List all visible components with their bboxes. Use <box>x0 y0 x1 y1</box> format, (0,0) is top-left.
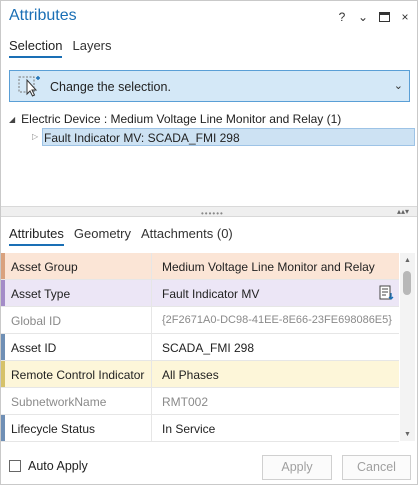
title-bar: Attributes ? ⌄ × <box>1 1 417 33</box>
attribute-name: SubnetworkName <box>11 395 107 409</box>
auto-hide-icon[interactable] <box>378 10 390 24</box>
tree-node-electric-device[interactable]: ◢ Electric Device : Medium Voltage Line … <box>9 112 341 126</box>
tab-layers[interactable]: Layers <box>72 38 111 58</box>
auto-apply-label[interactable]: Auto Apply <box>28 459 88 473</box>
attribute-name: Asset ID <box>11 341 57 355</box>
attribute-value[interactable]: SCADA_FMI 298 <box>162 341 254 355</box>
attribute-value: {2F2671A0-DC98-41EE-8E66-23FE698086E5} <box>162 314 392 326</box>
prompt-text: Change the selection. <box>50 80 171 94</box>
attribute-value[interactable]: All Phases <box>162 368 219 382</box>
list-edit-icon[interactable] <box>379 285 395 301</box>
attribute-name: Global ID <box>11 314 62 328</box>
attribute-value[interactable]: Medium Voltage Line Monitor and Relay <box>162 260 375 274</box>
attribute-name: Lifecycle Status <box>11 422 96 436</box>
attributes-pane: Attributes ? ⌄ × Selection Layers Change… <box>0 0 418 485</box>
attribute-row[interactable]: SubnetworkName RMT002 <box>1 388 399 415</box>
close-icon[interactable]: × <box>399 10 411 24</box>
title-bar-controls: ? ⌄ × <box>336 10 411 24</box>
attribute-row[interactable]: Global ID {2F2671A0-DC98-41EE-8E66-23FE6… <box>1 307 399 334</box>
scroll-down-icon[interactable]: ▼ <box>404 431 411 438</box>
help-icon[interactable]: ? <box>336 10 348 24</box>
pane-splitter[interactable]: •••••• ▴▴▾ <box>1 206 417 218</box>
row-marker <box>1 307 5 333</box>
chevron-down-icon[interactable]: ⌄ <box>394 79 403 92</box>
row-marker <box>1 415 5 441</box>
tree-node-fault-indicator[interactable]: Fault Indicator MV: SCADA_FMI 298 <box>42 128 415 146</box>
column-divider <box>151 253 152 280</box>
tab-geometry[interactable]: Geometry <box>74 226 131 246</box>
tree-node-label: Fault Indicator MV: SCADA_FMI 298 <box>44 131 240 145</box>
row-marker <box>1 388 5 414</box>
tab-selection[interactable]: Selection <box>9 38 63 58</box>
attribute-value[interactable]: In Service <box>162 422 215 436</box>
lower-tabs: Attributes Geometry Attachments (0) <box>9 226 233 246</box>
select-tool-icon <box>18 75 42 97</box>
attribute-row[interactable]: Asset Group Medium Voltage Line Monitor … <box>1 253 399 280</box>
pane-title: Attributes <box>9 7 77 24</box>
tab-attachments[interactable]: Attachments (0) <box>141 226 233 246</box>
attribute-row[interactable]: Remote Control Indicator All Phases <box>1 361 399 388</box>
scrollbar-thumb[interactable] <box>403 271 411 295</box>
attribute-value: RMT002 <box>162 395 209 409</box>
column-divider <box>151 415 152 442</box>
auto-apply-checkbox[interactable] <box>9 460 21 472</box>
column-divider <box>151 334 152 361</box>
attribute-value[interactable]: Fault Indicator MV <box>162 287 259 301</box>
row-marker <box>1 253 5 279</box>
collapse-icon[interactable]: ◢ <box>9 115 15 124</box>
row-marker <box>1 361 5 387</box>
attribute-name: Asset Group <box>11 260 78 274</box>
options-menu-icon[interactable]: ⌄ <box>357 10 369 24</box>
column-divider <box>151 280 152 307</box>
attribute-row[interactable]: Lifecycle Status In Service <box>1 415 399 442</box>
attribute-row[interactable]: Asset Type Fault Indicator MV <box>1 280 399 307</box>
attribute-name: Asset Type <box>11 287 71 301</box>
vertical-scrollbar[interactable]: ▲ ▼ <box>400 253 415 441</box>
row-marker <box>1 280 5 306</box>
selection-prompt[interactable]: Change the selection. ⌄ <box>9 70 410 102</box>
tab-attributes[interactable]: Attributes <box>9 226 64 246</box>
column-divider <box>151 361 152 388</box>
top-tabs: Selection Layers <box>9 38 112 58</box>
attribute-row[interactable]: Asset ID SCADA_FMI 298 <box>1 334 399 361</box>
expand-icon[interactable]: ▷ <box>32 132 38 141</box>
row-marker <box>1 334 5 360</box>
cancel-button[interactable]: Cancel <box>342 455 411 480</box>
tree-node-label: Electric Device : Medium Voltage Line Mo… <box>21 112 342 126</box>
footer-bar: Auto Apply Apply Cancel <box>1 450 417 484</box>
splitter-arrows-icon[interactable]: ▴▴▾ <box>397 207 409 216</box>
attribute-name: Remote Control Indicator <box>11 368 145 382</box>
grip-icon: •••••• <box>201 209 224 218</box>
apply-button[interactable]: Apply <box>262 455 332 480</box>
scroll-up-icon[interactable]: ▲ <box>404 257 411 264</box>
attribute-grid: Asset Group Medium Voltage Line Monitor … <box>1 253 399 442</box>
column-divider <box>151 388 152 415</box>
column-divider <box>151 307 152 334</box>
